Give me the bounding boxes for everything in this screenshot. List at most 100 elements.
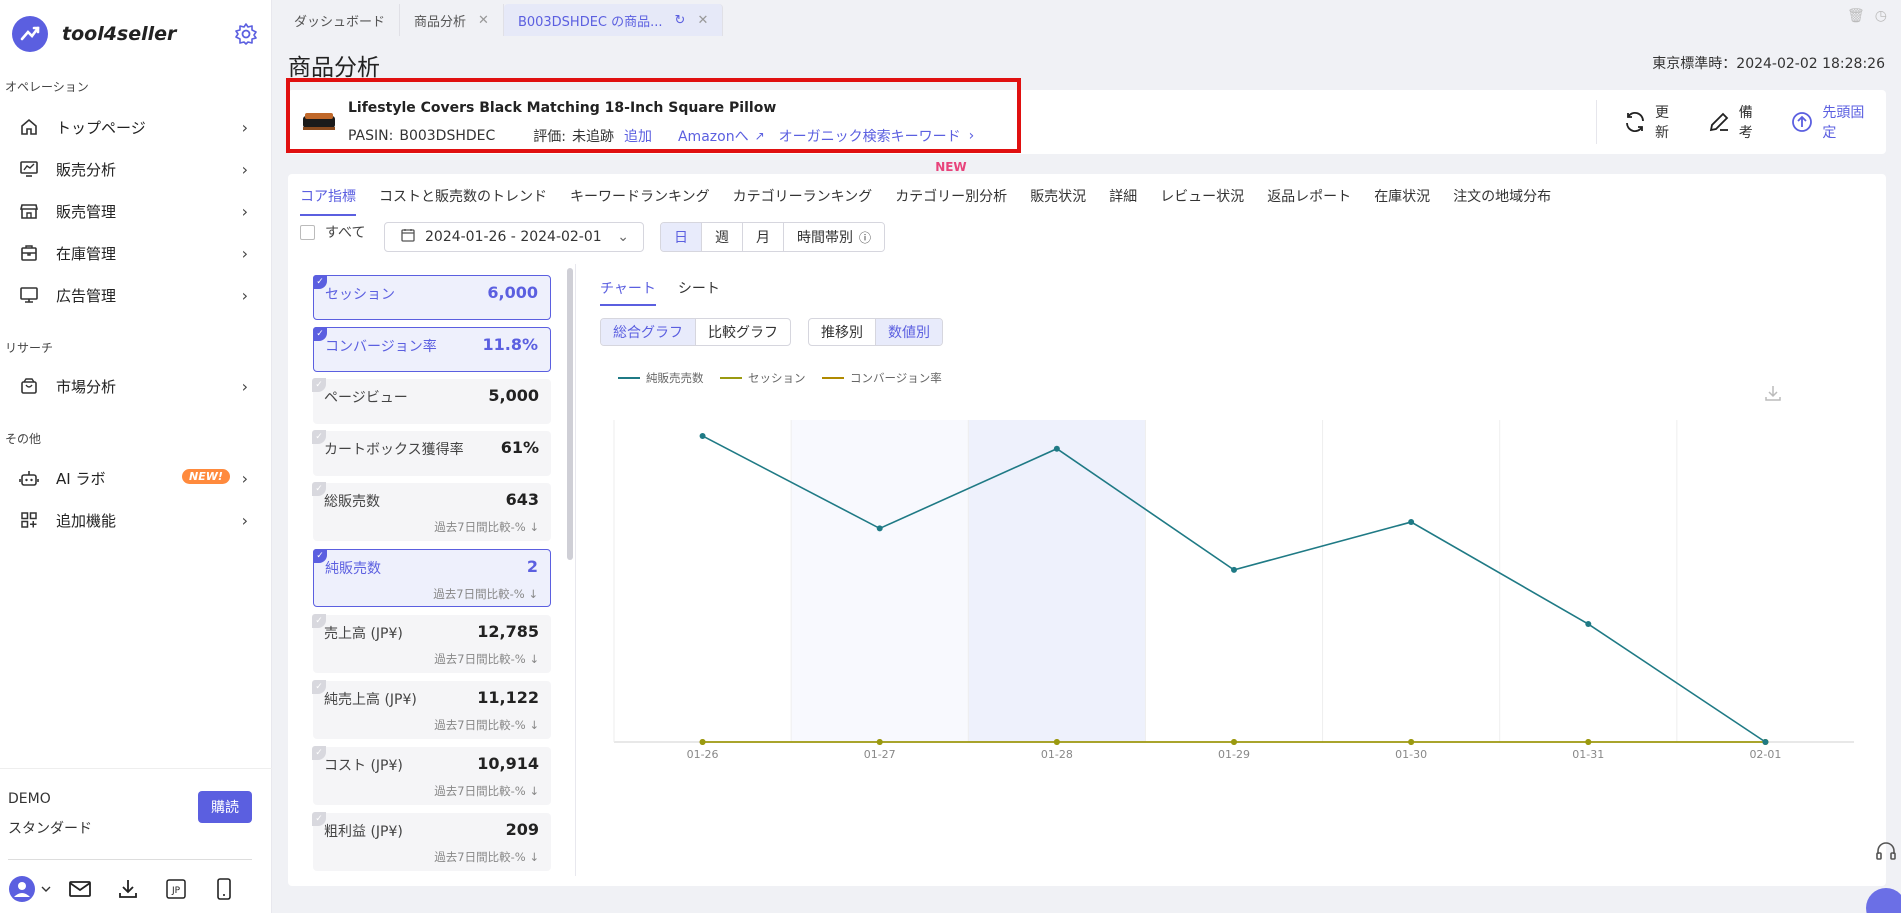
chart-mode-selector: 総合グラフ 比較グラフ [600,318,791,346]
inventory-icon [18,242,40,264]
logo-icon [12,16,48,52]
subtab-label: コア指標 [300,189,356,205]
note-button[interactable]: 備考 [1707,102,1765,142]
metric-label: コスト (JP¥) [324,758,403,774]
new-tag: NEW [935,160,967,174]
date-range-value: 2024-01-26 - 2024-02-01 [425,229,602,245]
granularity-selector: 日 週 月 時間帯別 ⓘ [660,222,886,252]
sidebar-item-sales-management[interactable]: 販売管理 › [18,195,248,227]
brand-name: tool4seller [62,23,177,45]
metric-buybox-rate[interactable]: ✓ カートボックス獲得率 61% [312,430,551,476]
x-tick-label: 01-28 [1041,748,1073,761]
granularity-hourly[interactable]: 時間帯別 ⓘ [784,223,885,251]
jp-icon[interactable]: JP [162,875,190,903]
metric-conversion-rate[interactable]: ✓ コンバージョン率 11.8% [313,327,551,372]
granularity-month[interactable]: 月 [743,223,784,251]
chat-bubble-button[interactable] [1866,888,1901,913]
subtab-cost-trend[interactable]: コストと販売数のトレンド [379,186,547,216]
arrow-up-circle-icon [1790,110,1814,134]
metric-sessions[interactable]: ✓ セッション 6,000 [313,275,551,320]
brand-logo[interactable]: tool4seller [12,16,176,52]
tab-product-analysis[interactable]: 商品分析 ✕ [400,4,504,36]
subtab-keyword-ranking[interactable]: キーワードランキング [570,186,710,216]
metric-value: 643 [505,490,539,509]
sidebar-item-market[interactable]: 市場分析 › [18,370,248,402]
metric-sales[interactable]: ✓ 売上高 (JP¥) 12,785 過去7日間比較-% ↓ [312,614,551,673]
data-point [1053,445,1060,452]
date-range-picker[interactable]: 2024-01-26 - 2024-02-01 ⌄ [384,222,644,252]
legend-label: コンバージョン率 [850,371,942,385]
hover-band [968,420,1146,742]
metric-value: 209 [505,820,539,839]
sidebar-item-ai-lab[interactable]: AI ラボ NEW! › [18,462,248,494]
window-tabs: ダッシュボード 商品分析 ✕ B003DSHDEC の商品... ↻ ✕ 🗑 ◷ [280,0,1901,36]
phone-icon[interactable] [210,875,238,903]
metric-page-views[interactable]: ✓ ページビュー 5,000 [312,378,551,424]
subscribe-button[interactable]: 購読 [198,791,252,823]
sidebar-item-ads[interactable]: 広告管理 › [18,279,248,311]
tab-chart[interactable]: チャート [600,278,656,306]
pin-top-button[interactable]: 先頭固定 [1790,102,1875,142]
subtab-core-metrics[interactable]: コア指標 [300,186,356,216]
user-icon[interactable] [8,875,36,903]
subtab-category-ranking[interactable]: カテゴリーランキング [733,186,873,216]
sidebar-item-add-ons[interactable]: 追加機能 › [18,504,248,536]
metric-net-units[interactable]: ✓ 純販売数 2 過去7日間比較-% ↓ [313,549,551,607]
sidebar-item-top-page[interactable]: トップページ › [18,111,248,143]
granularity-week[interactable]: 週 [702,223,743,251]
metric-net-sales[interactable]: ✓ 純売上高 (JP¥) 11,122 過去7日間比較-% ↓ [312,680,551,739]
subtab-inventory[interactable]: 在庫状況 [1374,186,1430,216]
x-tick-label: 02-01 [1749,748,1781,761]
x-tick-label: 01-29 [1218,748,1250,761]
metric-value: 12,785 [477,622,539,641]
chart-view-trend[interactable]: 推移別 [809,319,876,345]
headset-icon[interactable] [1874,840,1898,864]
reload-icon[interactable]: ↻ [675,13,686,28]
tab-product-detail[interactable]: B003DSHDEC の商品... ↻ ✕ [503,4,724,36]
metric-comparison-text: 過去7日間比較-% [434,520,526,534]
close-icon[interactable]: ✕ [478,13,489,28]
chart-mode-combined[interactable]: 総合グラフ [601,319,696,345]
subtab-category-analysis[interactable]: NEW カテゴリー別分析 [895,160,1007,216]
sidebar-item-label: 販売管理 [56,202,117,221]
trash-icon[interactable]: 🗑 [1847,8,1865,24]
metric-value: 5,000 [488,386,539,405]
sidebar-item-label: 市場分析 [56,377,117,396]
metric-value: 6,000 [487,283,538,302]
subtab-returns[interactable]: 返品レポート [1267,186,1351,216]
metric-total-units[interactable]: ✓ 総販売数 643 過去7日間比較-% ↓ [312,482,551,541]
select-all[interactable]: すべて [300,222,365,242]
refresh-button[interactable]: 更新 [1623,102,1681,142]
mail-icon[interactable] [66,875,94,903]
chevron-down-icon[interactable] [40,875,52,903]
granularity-day[interactable]: 日 [661,223,702,251]
subtab-details[interactable]: 詳細 [1109,186,1137,216]
settings-gear-icon[interactable] [234,22,258,46]
calendar-icon [401,228,415,246]
subtab-order-regions[interactable]: 注文の地域分布 [1453,186,1551,216]
tab-tools: 🗑 ◷ [1847,8,1887,24]
metric-list-scrollbar[interactable] [567,268,573,560]
x-tick-label: 01-27 [864,748,896,761]
tab-dashboard[interactable]: ダッシュボード [280,4,401,36]
download-icon[interactable] [114,875,142,903]
x-tick-label: 01-30 [1395,748,1427,761]
subtab-sales-status[interactable]: 販売状況 [1030,186,1086,216]
clock-icon[interactable]: ◷ [1875,8,1887,24]
subtab-reviews[interactable]: レビュー状況 [1160,186,1244,216]
tab-sheet[interactable]: シート [678,278,720,306]
metric-gross-profit[interactable]: ✓ 粗利益 (JP¥) 209 過去7日間比較-% ↓ [312,812,551,871]
metric-cost[interactable]: ✓ コスト (JP¥) 10,914 過去7日間比較-% ↓ [312,746,551,805]
metric-comparison-text: 過去7日間比較-% [434,652,526,666]
sidebar-item-inventory[interactable]: 在庫管理 › [18,237,248,269]
chart-view-value[interactable]: 数値別 [876,319,942,345]
data-point [876,525,883,532]
select-all-checkbox[interactable] [300,224,315,240]
sidebar-item-label: 販売分析 [56,160,117,179]
close-icon[interactable]: ✕ [697,13,708,28]
chart-mode-compare[interactable]: 比較グラフ [696,319,790,345]
sidebar-bottom-toolbar: JP [8,875,258,903]
data-point [699,739,706,745]
sidebar-item-sales-analysis[interactable]: 販売分析 › [18,153,248,185]
tab-label: B003DSHDEC の商品... [517,14,663,30]
